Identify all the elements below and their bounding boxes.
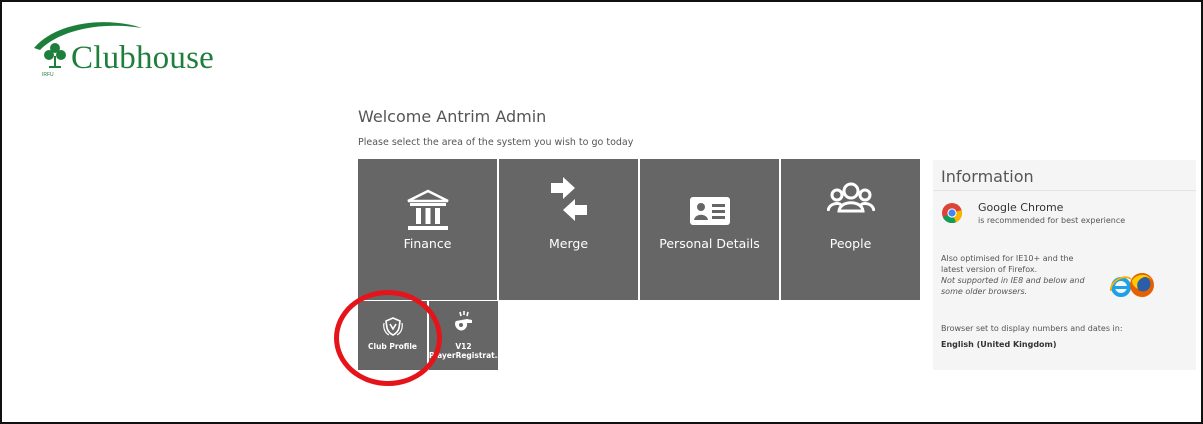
browser-locale-value: English (United Kingdom) — [941, 340, 1057, 349]
tile-merge[interactable]: Merge — [499, 159, 638, 300]
browser-support-text: Also optimised for IE10+ and the latest … — [941, 253, 1111, 297]
id-card-icon — [689, 197, 730, 225]
optimised-line-2: latest version of Firefox. — [941, 265, 1038, 274]
merge-arrows-icon — [550, 177, 587, 221]
people-group-icon — [826, 182, 875, 213]
tile-v12-player-registration[interactable]: V12 PlayerRegistrat… — [429, 301, 498, 370]
main-tiles: Finance Merge Personal Details People — [358, 159, 920, 300]
browser-locale-label: Browser set to display numbers and dates… — [941, 324, 1123, 333]
optimised-line-1: Also optimised for IE10+ and the — [941, 254, 1074, 263]
tile-finance[interactable]: Finance — [358, 159, 497, 300]
tile-people[interactable]: People — [781, 159, 920, 300]
club-crest-icon — [382, 317, 403, 336]
not-supported-line-1: Not supported in IE8 and below and — [941, 276, 1085, 285]
whistle-icon — [454, 311, 472, 331]
tile-club-profile[interactable]: Club Profile — [358, 301, 427, 370]
secondary-tiles: Club Profile V12 PlayerRegistrat… — [358, 301, 498, 370]
not-supported-line-2: some older browsers. — [941, 287, 1028, 296]
chrome-subtitle: is recommended for best experience — [978, 216, 1126, 225]
tile-v12-label-line1: V12 — [455, 342, 472, 351]
welcome-heading: Welcome Antrim Admin — [358, 107, 547, 126]
clubhouse-logo[interactable]: Clubhouse IRFU — [16, 18, 246, 78]
information-divider — [933, 190, 1196, 191]
logo-text: Clubhouse — [71, 40, 214, 76]
welcome-subtitle: Please select the area of the system you… — [358, 137, 634, 148]
chrome-title: Google Chrome — [978, 201, 1064, 214]
tile-finance-label: Finance — [403, 236, 452, 251]
chrome-icon — [942, 203, 963, 224]
tile-personal-details[interactable]: Personal Details — [640, 159, 779, 300]
tile-v12-label-line2: PlayerRegistrat… — [429, 351, 498, 360]
bank-icon — [406, 189, 449, 230]
tile-club-profile-label: Club Profile — [368, 342, 417, 351]
logo-irfu-text: IRFU — [42, 72, 54, 78]
tile-merge-label: Merge — [548, 236, 589, 251]
information-panel: Information Google Chrome is recommended… — [933, 160, 1196, 370]
tile-personal-details-label: Personal Details — [659, 236, 760, 251]
tile-v12-label: V12 PlayerRegistrat… — [429, 342, 498, 360]
firefox-icon — [1130, 273, 1154, 297]
shamrock-icon — [44, 43, 66, 68]
information-title: Information — [941, 167, 1034, 186]
tile-people-label: People — [829, 236, 872, 251]
